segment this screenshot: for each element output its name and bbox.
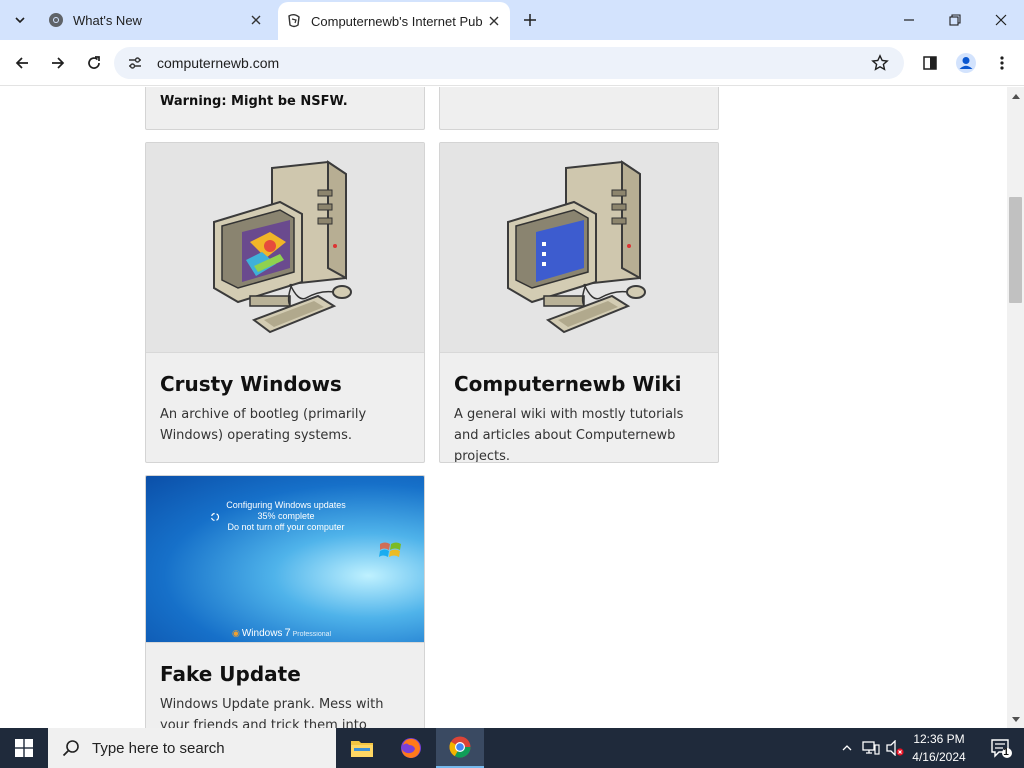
forward-button[interactable] <box>44 49 72 77</box>
card-fake-update[interactable]: Configuring Windows updates 35% complete… <box>145 475 425 728</box>
card-thumbnail <box>440 143 718 353</box>
start-button[interactable] <box>0 728 48 768</box>
firefox-icon <box>401 738 421 758</box>
side-panel-button[interactable] <box>916 49 944 77</box>
url-text: computernewb.com <box>157 55 280 71</box>
card-description: A general wiki with mostly tutorials and… <box>454 407 684 463</box>
network-icon <box>862 741 880 755</box>
triangle-down-icon <box>1011 716 1020 722</box>
bookmark-star-icon[interactable] <box>870 53 890 73</box>
chrome-icon <box>48 12 64 28</box>
card-title: Crusty Windows <box>160 372 342 396</box>
nsfw-warning: Warning: Might be NSFW. <box>160 94 348 109</box>
update-status-text: Configuring Windows updates 35% complete… <box>226 500 346 532</box>
card-title: Computernewb Wiki <box>454 372 682 396</box>
card-crusty-windows[interactable]: Crusty Windows An archive of bootleg (pr… <box>145 142 425 463</box>
scroll-down-button[interactable] <box>1007 711 1024 728</box>
address-bar[interactable]: computernewb.com <box>114 47 904 79</box>
kebab-menu-icon <box>1000 56 1004 70</box>
retro-computer-icon <box>507 159 646 333</box>
menu-button[interactable] <box>988 49 1016 77</box>
minimize-icon <box>904 19 914 21</box>
chevron-down-icon <box>15 17 25 24</box>
arrow-right-icon <box>52 57 65 69</box>
close-window-button[interactable] <box>978 0 1024 40</box>
side-panel-icon <box>923 56 937 70</box>
partial-card-right[interactable] <box>439 87 719 130</box>
spinner-icon <box>210 512 220 522</box>
tab-computernewb[interactable]: Computernewb's Internet Pub <box>278 2 510 40</box>
network-button[interactable] <box>860 728 882 768</box>
folder-icon <box>351 741 373 757</box>
plus-icon <box>524 14 536 26</box>
windows-7-logo: ◉ Windows 7 Professional <box>232 627 332 639</box>
search-placeholder: Type here to search <box>92 739 225 757</box>
card-title: Fake Update <box>160 662 301 686</box>
clock-date: 4/16/2024 <box>912 750 966 764</box>
back-button[interactable] <box>8 49 36 77</box>
page-scrollbar[interactable] <box>1007 87 1024 728</box>
tray-overflow-button[interactable] <box>838 728 856 768</box>
chrome-icon <box>449 736 471 758</box>
tab-strip: What's New Computernewb's Internet Pub <box>0 0 1024 40</box>
minimize-button[interactable] <box>886 0 932 40</box>
taskbar-firefox[interactable] <box>387 728 435 768</box>
card-thumbnail: Configuring Windows updates 35% complete… <box>146 476 424 643</box>
site-info-icon[interactable] <box>126 54 144 72</box>
tab-whats-new[interactable]: What's New <box>40 0 272 40</box>
tab-close-icon[interactable] <box>246 10 266 30</box>
card-thumbnail <box>146 143 424 353</box>
card-computernewb-wiki[interactable]: Computernewb Wiki A general wiki with mo… <box>439 142 719 463</box>
tab-close-icon[interactable] <box>484 11 504 31</box>
profile-button[interactable] <box>952 49 980 77</box>
close-icon <box>995 14 1007 26</box>
taskbar-file-explorer[interactable] <box>338 728 386 768</box>
tab-title: Computernewb's Internet Pub <box>311 13 483 29</box>
chevron-up-icon <box>842 745 852 751</box>
arrow-left-icon <box>15 57 28 69</box>
browser-toolbar: computernewb.com <box>0 40 1024 86</box>
new-tab-button[interactable] <box>518 8 542 32</box>
card-description: An archive of bootleg (primarily Windows… <box>160 407 367 443</box>
triangle-up-icon <box>1011 93 1020 99</box>
windows-taskbar: Type here to search 12:36 PM 4/16/2024 1 <box>0 728 1024 768</box>
scroll-up-button[interactable] <box>1007 87 1024 104</box>
restore-button[interactable] <box>932 0 978 40</box>
scroll-thumb[interactable] <box>1009 197 1022 303</box>
tab-title: What's New <box>73 12 142 28</box>
restore-icon <box>949 14 961 26</box>
taskbar-chrome[interactable] <box>436 728 484 768</box>
partial-card-left[interactable]: Warning: Might be NSFW. <box>145 87 425 130</box>
avatar-icon <box>956 53 976 73</box>
taskbar-search-box[interactable]: Type here to search <box>48 728 336 768</box>
windows-logo-icon <box>15 739 33 757</box>
windows-flag-icon <box>379 542 401 557</box>
reload-icon <box>88 56 100 69</box>
taskbar-clock[interactable]: 12:36 PM 4/16/2024 <box>902 730 976 766</box>
notification-count: 1 <box>1003 747 1009 758</box>
tab-search-button[interactable] <box>8 8 32 32</box>
site-favicon-icon <box>286 13 302 29</box>
reload-button[interactable] <box>80 49 108 77</box>
search-icon <box>62 740 79 757</box>
clock-time: 12:36 PM <box>913 732 965 746</box>
retro-computer-icon <box>213 159 352 333</box>
card-description: Windows Update prank. Mess with your fri… <box>160 697 384 728</box>
action-center-button[interactable]: 1 <box>978 728 1024 768</box>
page-viewport: Warning: Might be NSFW. Crusty Windows A… <box>0 87 1007 728</box>
